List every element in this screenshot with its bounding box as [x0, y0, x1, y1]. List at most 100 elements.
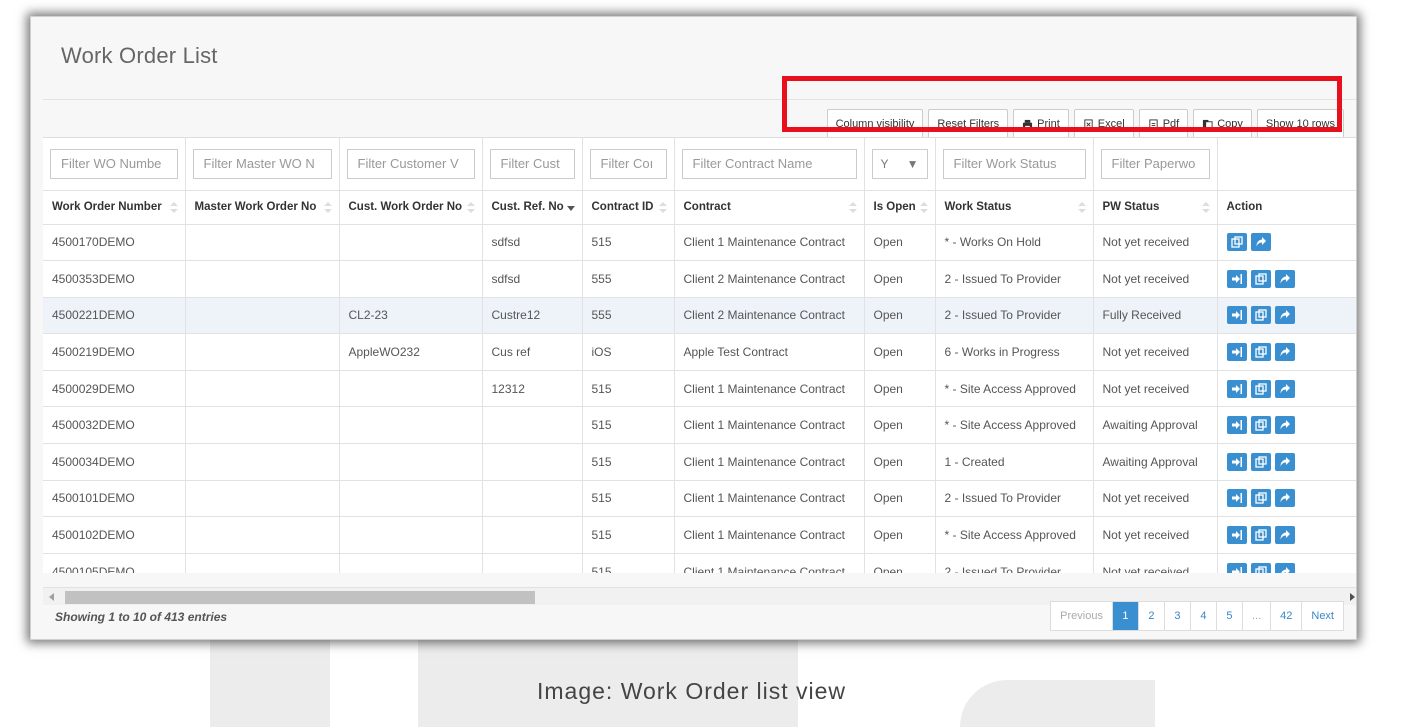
open-button[interactable] [1226, 306, 1247, 325]
forward-button[interactable] [1274, 416, 1295, 435]
page-button[interactable]: 3 [1163, 602, 1190, 630]
show-rows-button[interactable]: Show 10 rows [1256, 109, 1344, 139]
wo-number-link[interactable]: 4500034DEMO [43, 443, 186, 481]
forward-button[interactable] [1274, 269, 1295, 288]
contract-link[interactable]: Client 1 Maintenance Contract [674, 406, 865, 445]
duplicate-button[interactable] [1250, 489, 1271, 508]
table-row[interactable]: 4500032DEMO 515 Client 1 Maintenance Contr… [43, 406, 1356, 445]
forward-button[interactable] [1274, 452, 1295, 471]
contract-link[interactable]: Client 1 Maintenance Contract [674, 370, 865, 408]
contract-id-link[interactable]: 515 [582, 516, 675, 554]
wo-number-link[interactable]: 4500029DEMO [43, 370, 186, 408]
wo-number-link[interactable]: 4500102DEMO [43, 516, 186, 554]
duplicate-button[interactable] [1250, 526, 1271, 545]
open-button[interactable] [1226, 379, 1247, 398]
column-header[interactable]: Contract [674, 190, 865, 225]
scroll-right-icon[interactable] [1350, 593, 1355, 601]
print-button[interactable]: Print [1013, 109, 1069, 139]
page-button[interactable]: 4 [1189, 602, 1216, 630]
table-row[interactable]: 4500219DEMO AppleWO232 Cus ref iOS Apple Tes… [43, 333, 1356, 371]
contract-id-link[interactable]: 555 [582, 260, 675, 298]
page-button[interactable]: 1 [1111, 602, 1138, 630]
contract-link[interactable]: Client 1 Maintenance Contract [674, 224, 865, 262]
contract-link[interactable]: Apple Test Contract [674, 333, 865, 371]
table-row[interactable]: 4500170DEMO sdfsd 515 Client 1 Maintenance … [43, 224, 1356, 262]
column-visibility-button[interactable]: Column visibility [826, 109, 924, 139]
filter-contract-id-input[interactable] [589, 148, 667, 179]
column-header[interactable]: Master Work Order No [185, 190, 340, 225]
wo-number-link[interactable]: 4500105DEMO [43, 553, 186, 573]
contract-link[interactable]: Client 1 Maintenance Contract [674, 480, 865, 518]
contract-id-link[interactable]: 515 [582, 370, 675, 408]
wo-number-link[interactable]: 4500170DEMO [43, 224, 186, 262]
table-row[interactable]: 4500034DEMO 515 Client 1 Maintenance Contr… [43, 443, 1356, 481]
open-button[interactable] [1226, 526, 1247, 545]
open-button[interactable] [1226, 343, 1247, 362]
forward-button[interactable] [1250, 233, 1271, 252]
contract-link[interactable]: Client 2 Maintenance Contract [674, 297, 865, 335]
filter-work-status-input[interactable] [942, 148, 1086, 179]
wo-number-link[interactable]: 4500221DEMO [43, 297, 186, 335]
wo-number-link[interactable]: 4500101DEMO [43, 480, 186, 518]
column-header[interactable]: Work Status [935, 190, 1094, 225]
contract-link[interactable]: Client 2 Maintenance Contract [674, 260, 865, 298]
contract-id-link[interactable]: 515 [582, 406, 675, 445]
forward-button[interactable] [1274, 306, 1295, 325]
page-button[interactable]: 2 [1137, 602, 1164, 630]
duplicate-button[interactable] [1250, 416, 1271, 435]
contract-id-link[interactable]: 515 [582, 553, 675, 573]
table-row[interactable]: 4500105DEMO 515 Client 1 Maintenance Contr… [43, 553, 1356, 573]
filter-is-open-select[interactable]: Y ▼ [871, 148, 928, 179]
pdf-button[interactable]: Pdf [1138, 109, 1189, 139]
contract-id-link[interactable]: 515 [582, 224, 675, 262]
scroll-left-icon[interactable] [49, 593, 54, 601]
next-page-button[interactable]: Next [1301, 602, 1343, 630]
contract-link[interactable]: Client 1 Maintenance Contract [674, 516, 865, 554]
contract-link[interactable]: Client 1 Maintenance Contract [674, 443, 865, 481]
filter-wo-number-input[interactable] [50, 148, 178, 179]
duplicate-button[interactable] [1250, 306, 1271, 325]
wo-number-link[interactable]: 4500219DEMO [43, 333, 186, 371]
contract-id-link[interactable]: iOS [582, 333, 675, 371]
table-row[interactable]: 4500353DEMO sdfsd 555 Client 2 Maintenance … [43, 260, 1356, 298]
filter-pw-status-input[interactable] [1100, 148, 1210, 179]
column-header[interactable]: Is Open [864, 190, 936, 225]
duplicate-button[interactable] [1250, 562, 1271, 573]
table-row[interactable]: 4500221DEMO CL2-23 Custre12 555 Client 2 Mai… [43, 297, 1356, 335]
page-button[interactable]: 5 [1215, 602, 1242, 630]
reset-filters-button[interactable]: Reset Filters [928, 109, 1009, 139]
forward-button[interactable] [1274, 343, 1295, 362]
table-row[interactable]: 4500029DEMO 12312 515 Client 1 Maintenance … [43, 370, 1356, 408]
open-button[interactable] [1226, 562, 1247, 573]
forward-button[interactable] [1274, 379, 1295, 398]
filter-cust-ref-input[interactable] [489, 148, 575, 179]
duplicate-button[interactable] [1250, 343, 1271, 362]
column-header[interactable]: Contract ID [582, 190, 675, 225]
table-row[interactable]: 4500101DEMO 515 Client 1 Maintenance Contr… [43, 480, 1356, 518]
column-header[interactable]: Cust. Ref. No [482, 190, 583, 225]
filter-master-wo-input[interactable] [192, 148, 332, 179]
contract-link[interactable]: Client 1 Maintenance Contract [674, 553, 865, 573]
duplicate-button[interactable] [1250, 269, 1271, 288]
filter-contract-name-input[interactable] [681, 148, 857, 179]
contract-id-link[interactable]: 515 [582, 480, 675, 518]
open-button[interactable] [1226, 489, 1247, 508]
copy-button[interactable]: Copy [1193, 109, 1252, 139]
filter-customer-wo-input[interactable] [346, 148, 475, 179]
wo-number-link[interactable]: 4500353DEMO [43, 260, 186, 298]
page-button[interactable]: 42 [1270, 602, 1301, 630]
table-row[interactable]: 4500102DEMO 515 Client 1 Maintenance Contr… [43, 516, 1356, 554]
open-button[interactable] [1226, 416, 1247, 435]
scrollbar-thumb[interactable] [65, 591, 535, 604]
excel-button[interactable]: Excel [1073, 109, 1134, 139]
column-header[interactable]: Cust. Work Order No [339, 190, 483, 225]
open-button[interactable] [1226, 269, 1247, 288]
duplicate-button[interactable] [1226, 233, 1247, 252]
column-header[interactable]: PW Status [1093, 190, 1218, 225]
contract-id-link[interactable]: 555 [582, 297, 675, 335]
duplicate-button[interactable] [1250, 379, 1271, 398]
previous-page-button[interactable]: Previous [1051, 602, 1112, 630]
open-button[interactable] [1226, 452, 1247, 471]
contract-id-link[interactable]: 515 [582, 443, 675, 481]
forward-button[interactable] [1274, 489, 1295, 508]
